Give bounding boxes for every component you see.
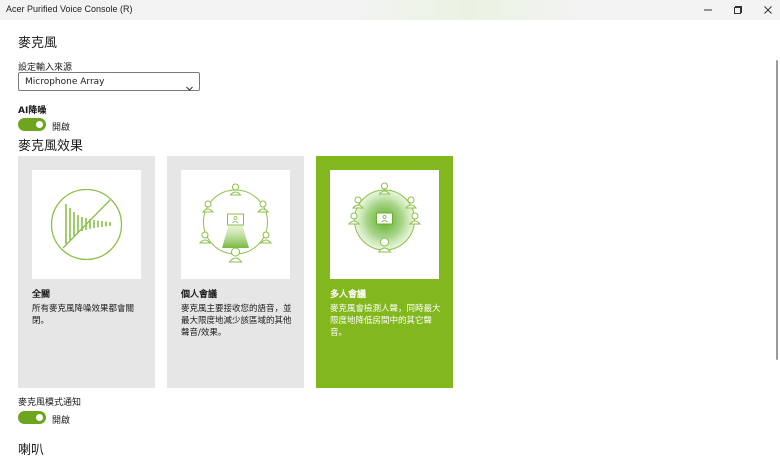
scrollbar-thumb[interactable]: [776, 60, 778, 360]
card-description: 麥克風會檢測人聲，同時最大限度地降低房間中的其它聲音。: [330, 304, 441, 338]
close-button[interactable]: [752, 0, 780, 20]
scrollbar[interactable]: [774, 20, 780, 459]
minimize-icon: [704, 9, 712, 11]
personal-meeting-illustration-icon: [181, 170, 290, 279]
effect-card-multi-person-meeting[interactable]: 多人會議 麥克風會檢測人聲，同時最大限度地降低房間中的其它聲音。: [316, 156, 453, 388]
input-source-value: Microphone Array: [25, 77, 105, 87]
close-icon: [764, 6, 772, 14]
card-title: 多人會議: [330, 290, 367, 300]
toggle-knob: [36, 121, 43, 128]
mute-illustration-icon: [32, 170, 141, 279]
ai-noise-state: 開啟: [52, 123, 71, 133]
minimize-button[interactable]: [692, 0, 724, 20]
card-title: 全關: [32, 290, 51, 300]
multi-person-meeting-illustration-icon: [330, 170, 439, 279]
microphone-heading: 麥克風: [18, 36, 58, 51]
card-description: 麥克風主要接收您的語音，並最大限度地減少該區域的其他聲音/效果。: [181, 304, 292, 338]
input-source-dropdown[interactable]: Microphone Array: [18, 72, 200, 91]
maximize-icon: [734, 6, 742, 14]
speaker-heading: 喇叭: [18, 443, 45, 458]
effect-card-personal-meeting[interactable]: 個人會議 麥克風主要接收您的語音，並最大限度地減少該區域的其他聲音/效果。: [167, 156, 304, 388]
chevron-down-icon: [185, 78, 194, 97]
ai-noise-label: AI降噪: [18, 106, 47, 116]
card-description: 所有麥克風降噪效果都會關閉。: [32, 304, 135, 326]
effects-heading: 麥克風效果: [18, 139, 84, 154]
maximize-button[interactable]: [722, 0, 754, 20]
toggle-knob: [36, 414, 43, 421]
app-title: Acer Purified Voice Console (R): [6, 4, 133, 14]
mode-notify-state: 開啟: [52, 416, 71, 426]
mode-notify-toggle[interactable]: [18, 411, 46, 424]
mode-notify-label: 麥克風模式通知: [18, 398, 82, 408]
ai-noise-toggle[interactable]: [18, 118, 46, 131]
effect-card-all-off[interactable]: 全關 所有麥克風降噪效果都會關閉。: [18, 156, 155, 388]
title-bar: Acer Purified Voice Console (R): [0, 0, 780, 20]
card-title: 個人會議: [181, 290, 218, 300]
